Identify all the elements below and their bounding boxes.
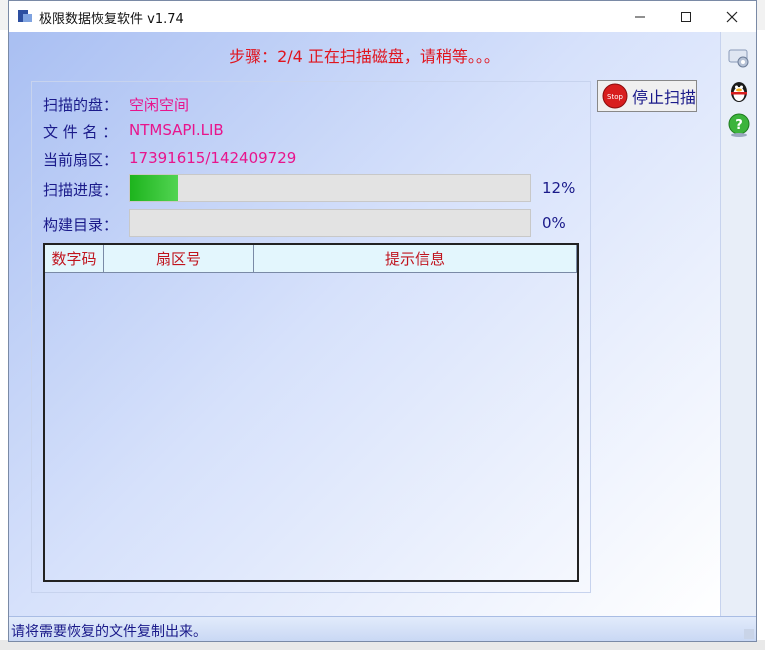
title-bar[interactable]: 极限数据恢复软件 v1.74 <box>9 1 756 32</box>
window-title: 极限数据恢复软件 v1.74 <box>39 12 184 27</box>
sector-value: 17391615/142409729 <box>129 149 297 167</box>
disk-label: 扫描的盘： <box>43 96 119 114</box>
help-icon[interactable]: ? <box>726 112 752 138</box>
qq-penguin-icon[interactable] <box>726 78 752 104</box>
network-settings-icon[interactable] <box>726 44 752 70</box>
file-value: NTMSAPI.LIB <box>129 121 224 139</box>
build-progress-label: 构建目录： <box>43 216 119 234</box>
scan-progress-percent: 12% <box>542 179 576 197</box>
build-progress-percent: 0% <box>542 214 566 232</box>
main-content: 步骤：2/4 正在扫描磁盘，请稍等。。。 扫描的盘： 空闲空间 文 件 名 ： … <box>9 32 720 616</box>
app-window: 极限数据恢复软件 v1.74 步骤：2/4 正在扫描磁盘，请稍等。。。 扫描的盘… <box>8 0 757 642</box>
step-status: 步骤：2/4 正在扫描磁盘，请稍等。。。 <box>229 47 500 66</box>
file-label: 文 件 名 ： <box>43 123 118 141</box>
close-icon <box>726 11 738 22</box>
column-header-message[interactable]: 提示信息 <box>254 245 577 273</box>
svg-text:Stop: Stop <box>607 93 623 101</box>
scan-progress-fill <box>130 175 178 201</box>
build-progress-bar <box>129 209 531 237</box>
table-header: 数字码 扇区号 提示信息 <box>45 245 577 273</box>
sector-label: 当前扇区： <box>43 151 119 169</box>
column-header-code[interactable]: 数字码 <box>45 245 104 273</box>
scan-progress-bar <box>129 174 531 202</box>
close-button[interactable] <box>709 1 755 32</box>
minimize-button[interactable] <box>617 1 663 32</box>
svg-text:?: ? <box>735 118 743 133</box>
minimize-icon <box>635 16 645 17</box>
scan-progress-label: 扫描进度： <box>43 181 119 199</box>
maximize-button[interactable] <box>663 1 709 32</box>
side-toolbar: ? <box>720 32 756 616</box>
stop-scan-label: 停止扫描 <box>632 88 697 107</box>
status-bar: 请将需要恢复的文件复制出来。 <box>9 616 756 641</box>
stop-scan-button[interactable]: Stop 停止扫描 <box>597 80 697 112</box>
results-table[interactable]: 数字码 扇区号 提示信息 <box>43 243 579 582</box>
maximize-icon <box>681 11 691 22</box>
status-message: 请将需要恢复的文件复制出来。 <box>11 624 207 640</box>
app-icon <box>18 10 32 22</box>
resize-grip[interactable] <box>744 629 754 639</box>
disk-value: 空闲空间 <box>129 96 190 114</box>
stop-sign-icon: Stop <box>602 83 628 109</box>
column-header-sector[interactable]: 扇区号 <box>104 245 254 273</box>
